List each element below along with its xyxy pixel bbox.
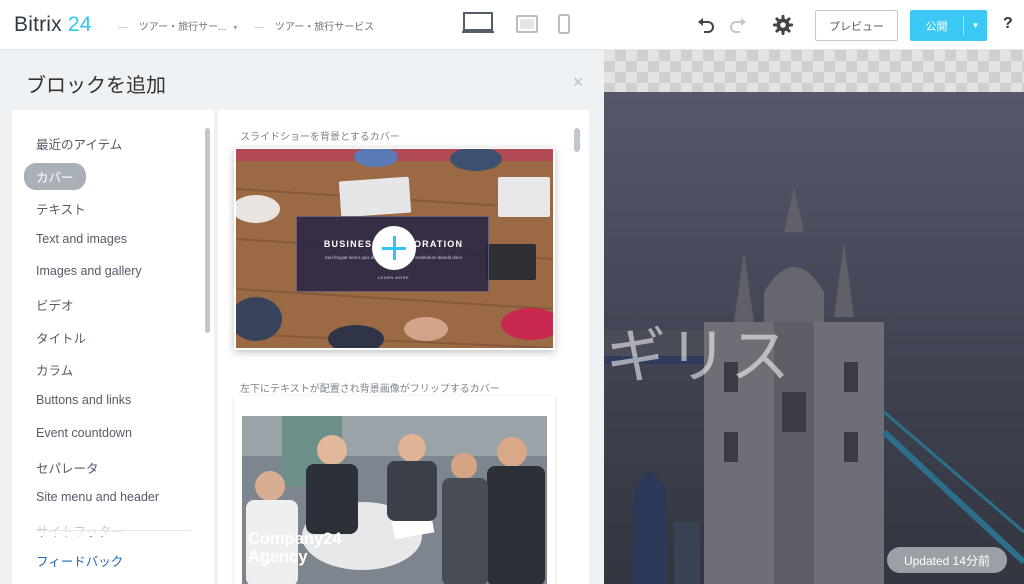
category-title[interactable]: タイトル (36, 328, 86, 347)
breadcrumb-page[interactable]: ツアー・旅行サービス (275, 22, 374, 33)
category-separator[interactable]: セパレータ (36, 458, 99, 477)
chevron-down-icon[interactable]: ▾ (233, 23, 237, 32)
thumb-link: LEARN MORE (377, 275, 410, 280)
gear-icon[interactable] (772, 14, 794, 36)
panel-title: ブロックを追加 (26, 75, 166, 97)
breadcrumb-site[interactable]: ツアー・旅行サー... (139, 22, 227, 33)
block-preview-image: Company24 Agency (242, 416, 547, 584)
list-fade (12, 512, 202, 536)
category-video[interactable]: ビデオ (36, 295, 74, 314)
category-text[interactable]: テキスト (36, 199, 86, 218)
block-label: 左下にテキストが配置され背景画像がフリップするカバー (240, 384, 500, 395)
preview-button[interactable]: プレビュー (815, 10, 898, 41)
category-scrollbar[interactable] (205, 128, 210, 333)
close-icon[interactable]: × (573, 72, 584, 93)
tablet-icon[interactable] (516, 15, 538, 33)
block-list: スライドショーを背景とするカバー BUSINESS CORPORATION Se… (218, 110, 589, 584)
divider (36, 530, 190, 531)
help-button[interactable]: ? (1003, 15, 1013, 33)
bitrix24-logo[interactable]: Bitrix 24 (14, 13, 92, 37)
breadcrumb-separator: — (254, 22, 265, 33)
thumb-title: Company24 Agency (248, 530, 342, 566)
block-card-flip-cover[interactable]: Company24 Agency (234, 396, 555, 584)
category-buttons-links[interactable]: Buttons and links (36, 393, 131, 407)
category-list: 最近のアイテム カバー テキスト Text and images Images … (12, 110, 214, 584)
chevron-down-icon[interactable]: ▼ (964, 10, 987, 41)
top-toolbar: Bitrix 24 — ツアー・旅行サー... ▾ — ツアー・旅行サービス プ… (0, 0, 1024, 50)
updated-status-badge: Updated 14分前 (887, 547, 1007, 573)
block-scrollbar[interactable] (574, 128, 580, 152)
block-label: スライドショーを背景とするカバー (240, 132, 400, 143)
block-card-slideshow-cover[interactable]: BUSINESS CORPORATION Sed feugiat lorem q… (234, 148, 555, 350)
breadcrumb-separator: — (118, 22, 128, 33)
category-columns[interactable]: カラム (36, 360, 73, 379)
feedback-link[interactable]: フィードバック (36, 551, 123, 570)
transparent-area (604, 50, 1024, 92)
breadcrumb: — ツアー・旅行サー... ▾ — ツアー・旅行サービス (110, 18, 380, 33)
logo-number: 24 (67, 13, 92, 36)
hero-title[interactable]: ギリス (606, 308, 792, 395)
add-block-plus-icon[interactable] (372, 226, 416, 270)
category-images-gallery[interactable]: Images and gallery (36, 264, 142, 278)
redo-icon[interactable] (728, 15, 748, 35)
category-text-images[interactable]: Text and images (36, 232, 127, 246)
logo-text: Bitrix (14, 13, 62, 36)
undo-icon[interactable] (696, 15, 716, 35)
category-recent[interactable]: 最近のアイテム (36, 134, 122, 153)
category-cover[interactable]: カバー (24, 163, 86, 190)
publish-label[interactable]: 公開 (910, 10, 963, 41)
category-site-menu[interactable]: Site menu and header (36, 490, 159, 504)
publish-button[interactable]: 公開 ▼ (910, 10, 987, 41)
category-event-countdown[interactable]: Event countdown (36, 426, 132, 440)
page-preview: ギリス Updated 14分前 (604, 50, 1024, 584)
mobile-icon[interactable] (558, 14, 570, 34)
desktop-icon[interactable] (462, 12, 494, 34)
add-block-panel: ブロックを追加 × 最近のアイテム カバー テキスト Text and imag… (0, 50, 604, 584)
